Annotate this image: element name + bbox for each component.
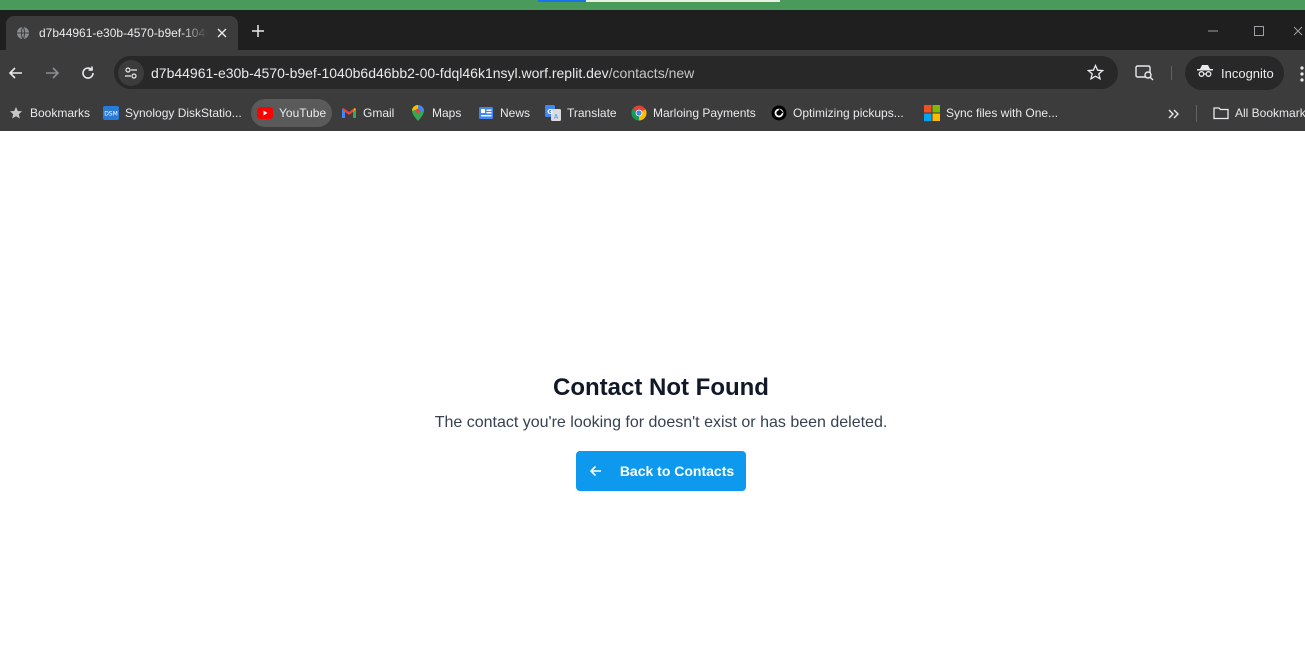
url-text: d7b44961-e30b-4570-b9ef-1040b6d46bb2-00-… [151, 65, 694, 81]
maps-icon [410, 105, 426, 121]
bookmark-star-icon[interactable] [1086, 63, 1105, 81]
bookmark-label: News [500, 106, 531, 120]
incognito-label: Incognito [1221, 65, 1274, 81]
dsm-icon: DSM [103, 105, 119, 121]
close-tab-icon[interactable] [214, 25, 230, 41]
address-bar[interactable]: d7b44961-e30b-4570-b9ef-1040b6d46bb2-00-… [114, 56, 1118, 89]
more-menu-icon[interactable] [1296, 64, 1305, 84]
toolbar-divider [1171, 66, 1172, 80]
bookmark-item-translate[interactable]: GA Translate [539, 99, 623, 127]
bookmark-label: YouTube [279, 106, 327, 120]
bookmark-item-news[interactable]: News [472, 99, 536, 127]
bookmark-item-maps[interactable]: Maps [404, 99, 467, 127]
close-window-icon[interactable] [1290, 20, 1305, 42]
not-found-message: The contact you're looking for doesn't e… [434, 414, 888, 431]
tab-search-icon[interactable] [1135, 63, 1155, 83]
bookmark-item-marloing-payments[interactable]: Marloing Payments [625, 99, 762, 127]
bookmark-item-youtube[interactable]: YouTube [251, 99, 333, 127]
bookmarks-divider [1196, 105, 1197, 122]
minimize-icon[interactable] [1202, 20, 1224, 42]
bookmark-item-sync-files[interactable]: Sync files with One... [918, 99, 1064, 127]
gmail-icon [341, 105, 357, 121]
tab-title: d7b44961-e30b-4570-b9ef-1040b6d46bb2-00-… [39, 26, 207, 40]
youtube-icon [257, 105, 273, 121]
strip-highlight [538, 0, 586, 2]
bookmark-label: Bookmarks [30, 106, 91, 120]
bookmarks-overflow-icon[interactable] [1164, 104, 1184, 124]
folder-icon [1213, 105, 1229, 121]
globe-icon [16, 26, 30, 40]
incognito-icon [1197, 64, 1213, 83]
incognito-profile-button[interactable]: Incognito [1185, 56, 1284, 90]
back-nav-icon[interactable] [4, 61, 28, 85]
url-path: /contacts/new [608, 64, 695, 81]
arrow-left-icon [588, 463, 604, 479]
bookmark-label: Gmail [363, 106, 395, 120]
browser-titlebar: d7b44961-e30b-4570-b9ef-1040b6d46bb2-00-… [0, 10, 1305, 50]
bookmark-item-optimizing-pickups[interactable]: Optimizing pickups... [765, 99, 910, 127]
bookmark-label: Synology DiskStatio... [125, 106, 242, 120]
bookmark-item-bookmarks[interactable]: Bookmarks [2, 99, 96, 127]
back-to-contacts-button[interactable]: Back to Contacts [576, 451, 746, 491]
openai-icon [771, 105, 787, 121]
browser-tab[interactable]: d7b44961-e30b-4570-b9ef-1040b6d46bb2-00-… [6, 16, 238, 50]
translate-icon: GA [545, 105, 561, 121]
bookmark-label: Marloing Payments [653, 106, 756, 120]
page-title: Contact Not Found [553, 374, 769, 401]
page-content: Contact Not Found The contact you're loo… [0, 131, 1305, 656]
bookmarks-bar: Bookmarks DSM Synology DiskStatio... You… [0, 96, 1305, 131]
bookmark-item-synology[interactable]: DSM Synology DiskStatio... [97, 99, 248, 127]
maximize-icon[interactable] [1248, 20, 1270, 42]
all-bookmarks-button[interactable]: All Bookmarks [1207, 99, 1305, 127]
site-info-icon[interactable] [118, 59, 144, 86]
bookmark-label: Optimizing pickups... [793, 106, 904, 120]
strip-highlight-light [586, 0, 780, 2]
all-bookmarks-label: All Bookmarks [1235, 106, 1305, 120]
microsoft-icon [924, 105, 940, 121]
bookmark-item-gmail[interactable]: Gmail [335, 99, 400, 127]
forward-nav-icon[interactable] [40, 61, 64, 85]
new-tab-button[interactable] [247, 20, 269, 42]
star-icon [8, 105, 24, 121]
news-icon [478, 105, 494, 121]
bookmark-label: Translate [567, 106, 617, 120]
bookmark-label: Sync files with One... [946, 106, 1059, 120]
svg-text:DSM: DSM [104, 111, 118, 118]
back-button-label: Back to Contacts [619, 463, 735, 479]
top-accent-strip [0, 0, 1305, 10]
chrome-icon [631, 105, 647, 121]
reload-icon[interactable] [76, 61, 100, 85]
bookmark-label: Maps [432, 106, 462, 120]
svg-text:G: G [547, 108, 553, 116]
browser-toolbar: d7b44961-e30b-4570-b9ef-1040b6d46bb2-00-… [0, 50, 1305, 96]
url-host: d7b44961-e30b-4570-b9ef-1040b6d46bb2-00-… [151, 64, 609, 81]
